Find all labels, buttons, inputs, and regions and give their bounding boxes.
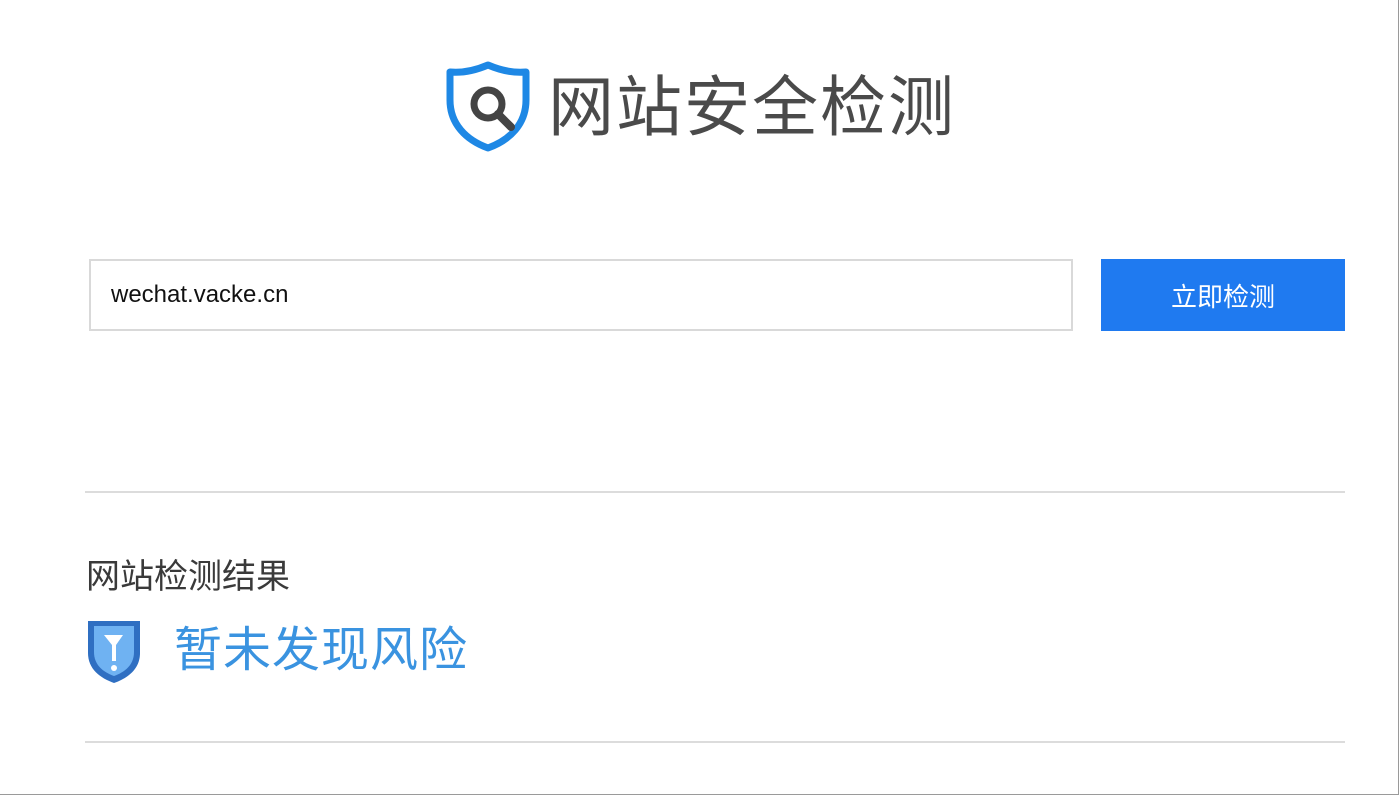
url-input[interactable] <box>89 259 1073 331</box>
result-status: 暂未发现风险 <box>84 612 468 688</box>
header: 网站安全检测 <box>0 56 1400 156</box>
site-title: 网站安全检测 <box>548 69 956 146</box>
result-heading: 网站检测结果 <box>86 557 290 597</box>
shield-unknown-icon <box>88 621 140 683</box>
check-now-button[interactable]: 立即检测 <box>1101 259 1345 331</box>
divider <box>85 741 1345 743</box>
result-status-text: 暂未发现风险 <box>174 622 469 678</box>
divider <box>85 491 1345 493</box>
shield-search-icon <box>446 61 530 152</box>
